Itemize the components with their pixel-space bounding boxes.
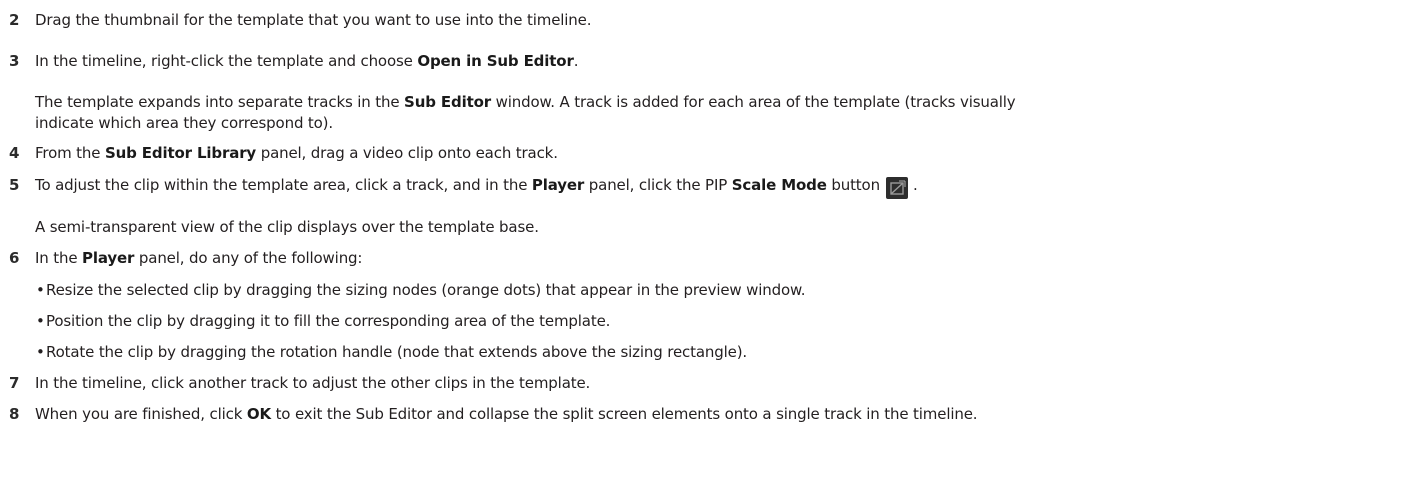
step-text: In the timeline, right-click the templat… <box>35 52 579 70</box>
bullet-text: Position the clip by dragging it to fill… <box>46 312 611 330</box>
step-number: 5 <box>9 176 20 194</box>
bullet-marker: • <box>36 281 45 299</box>
ui-term-scale-mode: Scale Mode <box>731 176 827 194</box>
step-text: In the Player panel, do any of the follo… <box>35 249 363 267</box>
bullet-text: Resize the selected clip by dragging the… <box>46 281 806 299</box>
ui-term-open-in-sub-editor: Open in Sub Editor <box>417 52 574 70</box>
step-number: 7 <box>9 374 20 392</box>
step-text: When you are finished, click OK to exit … <box>35 405 978 423</box>
step-number: 4 <box>9 144 20 162</box>
scale-mode-icon-slot <box>880 177 913 199</box>
bullet-text: Rotate the clip by dragging the rotation… <box>46 343 748 361</box>
ui-term-player: Player <box>82 249 135 267</box>
step-text: Drag the thumbnail for the template that… <box>35 11 592 29</box>
note-text: The template expands into separate track… <box>35 93 1016 111</box>
step-text: From the Sub Editor Library panel, drag … <box>35 144 558 162</box>
step-number: 2 <box>9 11 20 29</box>
note-text: A semi-transparent view of the clip disp… <box>35 218 539 236</box>
ui-term-sub-editor: Sub Editor <box>404 93 491 111</box>
note-text: indicate which area they correspond to). <box>35 114 334 132</box>
bullet-marker: • <box>36 343 45 361</box>
step-number: 8 <box>9 405 20 423</box>
ui-term-ok: OK <box>246 405 271 423</box>
step-number: 3 <box>9 52 20 70</box>
ui-term-player: Player <box>531 176 585 194</box>
step-text: To adjust the clip within the template a… <box>35 175 918 199</box>
ui-term-sub-editor-library: Sub Editor Library <box>104 144 257 162</box>
scale-mode-icon <box>885 177 908 199</box>
step-number: 6 <box>9 249 20 267</box>
step-text: In the timeline, click another track to … <box>35 374 591 392</box>
bullet-marker: • <box>36 312 45 330</box>
